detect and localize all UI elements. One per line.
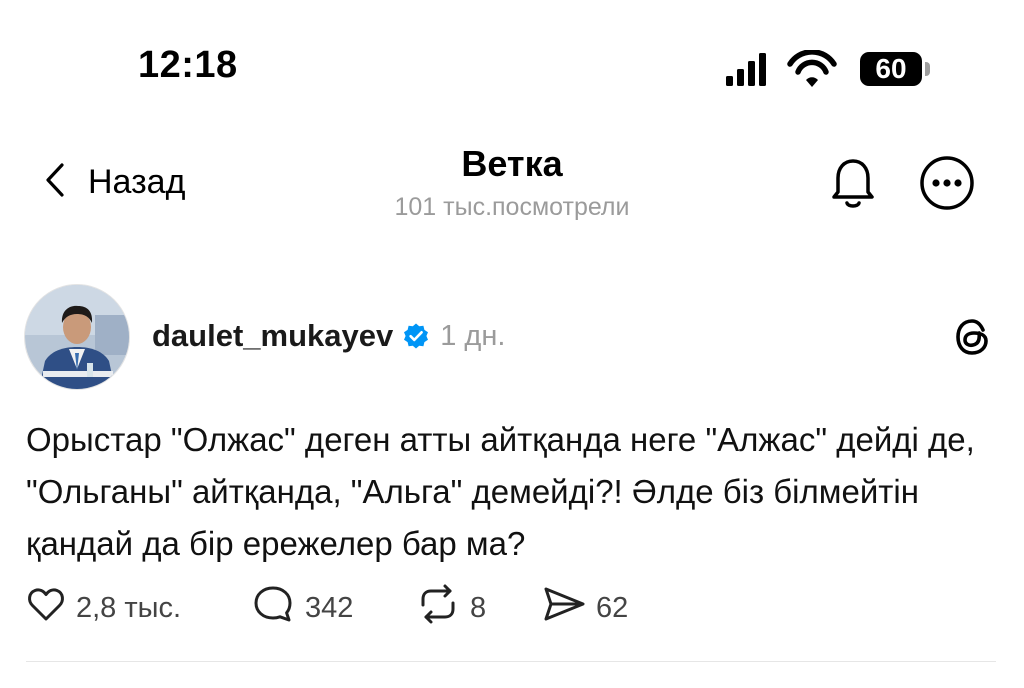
repost-count: 8 <box>470 591 487 624</box>
like-button[interactable]: 2,8 тыс. <box>26 584 251 632</box>
share-count: 62 <box>596 591 629 624</box>
divider <box>26 661 996 662</box>
chevron-left-icon <box>44 162 66 203</box>
battery-level: 60 <box>875 53 907 84</box>
back-button[interactable]: Назад <box>44 158 185 206</box>
repost-button[interactable]: 8 <box>416 583 542 633</box>
more-options-icon[interactable] <box>918 154 976 212</box>
post-time: 1 дн. <box>440 319 506 352</box>
status-icons <box>726 49 852 90</box>
view-count: 101 тыс.посмотрели <box>394 193 630 221</box>
post-actions: 2,8 тыс. 342 8 62 <box>26 583 628 633</box>
page-title: Ветка <box>461 143 563 184</box>
verified-badge-icon <box>402 322 430 350</box>
back-label: Назад <box>88 162 186 201</box>
post-text: Орыстар "Олжас" деген атты айтқанда неге… <box>26 421 975 562</box>
wifi-icon <box>787 49 837 87</box>
username[interactable]: daulet_mukayev <box>152 318 393 354</box>
header-title-block: Ветка 101 тыс.посмотрели <box>312 144 712 224</box>
post-author-row: daulet_mukayev 1 дн. <box>152 316 505 356</box>
reply-button[interactable]: 342 <box>251 583 416 633</box>
like-count: 2,8 тыс. <box>76 591 182 624</box>
avatar[interactable] <box>24 284 130 390</box>
reply-count: 342 <box>305 591 354 624</box>
cellular-signal-icon <box>726 53 766 86</box>
battery-nub <box>925 62 930 76</box>
send-icon <box>542 584 586 632</box>
share-button[interactable]: 62 <box>542 584 628 632</box>
status-time: 12:18 <box>138 44 238 86</box>
comment-icon <box>251 583 295 633</box>
battery-indicator: 60 <box>860 52 922 86</box>
bell-icon[interactable] <box>826 152 880 212</box>
repost-icon <box>416 583 460 633</box>
heart-icon <box>26 584 66 632</box>
threads-logo-icon[interactable] <box>952 316 994 358</box>
